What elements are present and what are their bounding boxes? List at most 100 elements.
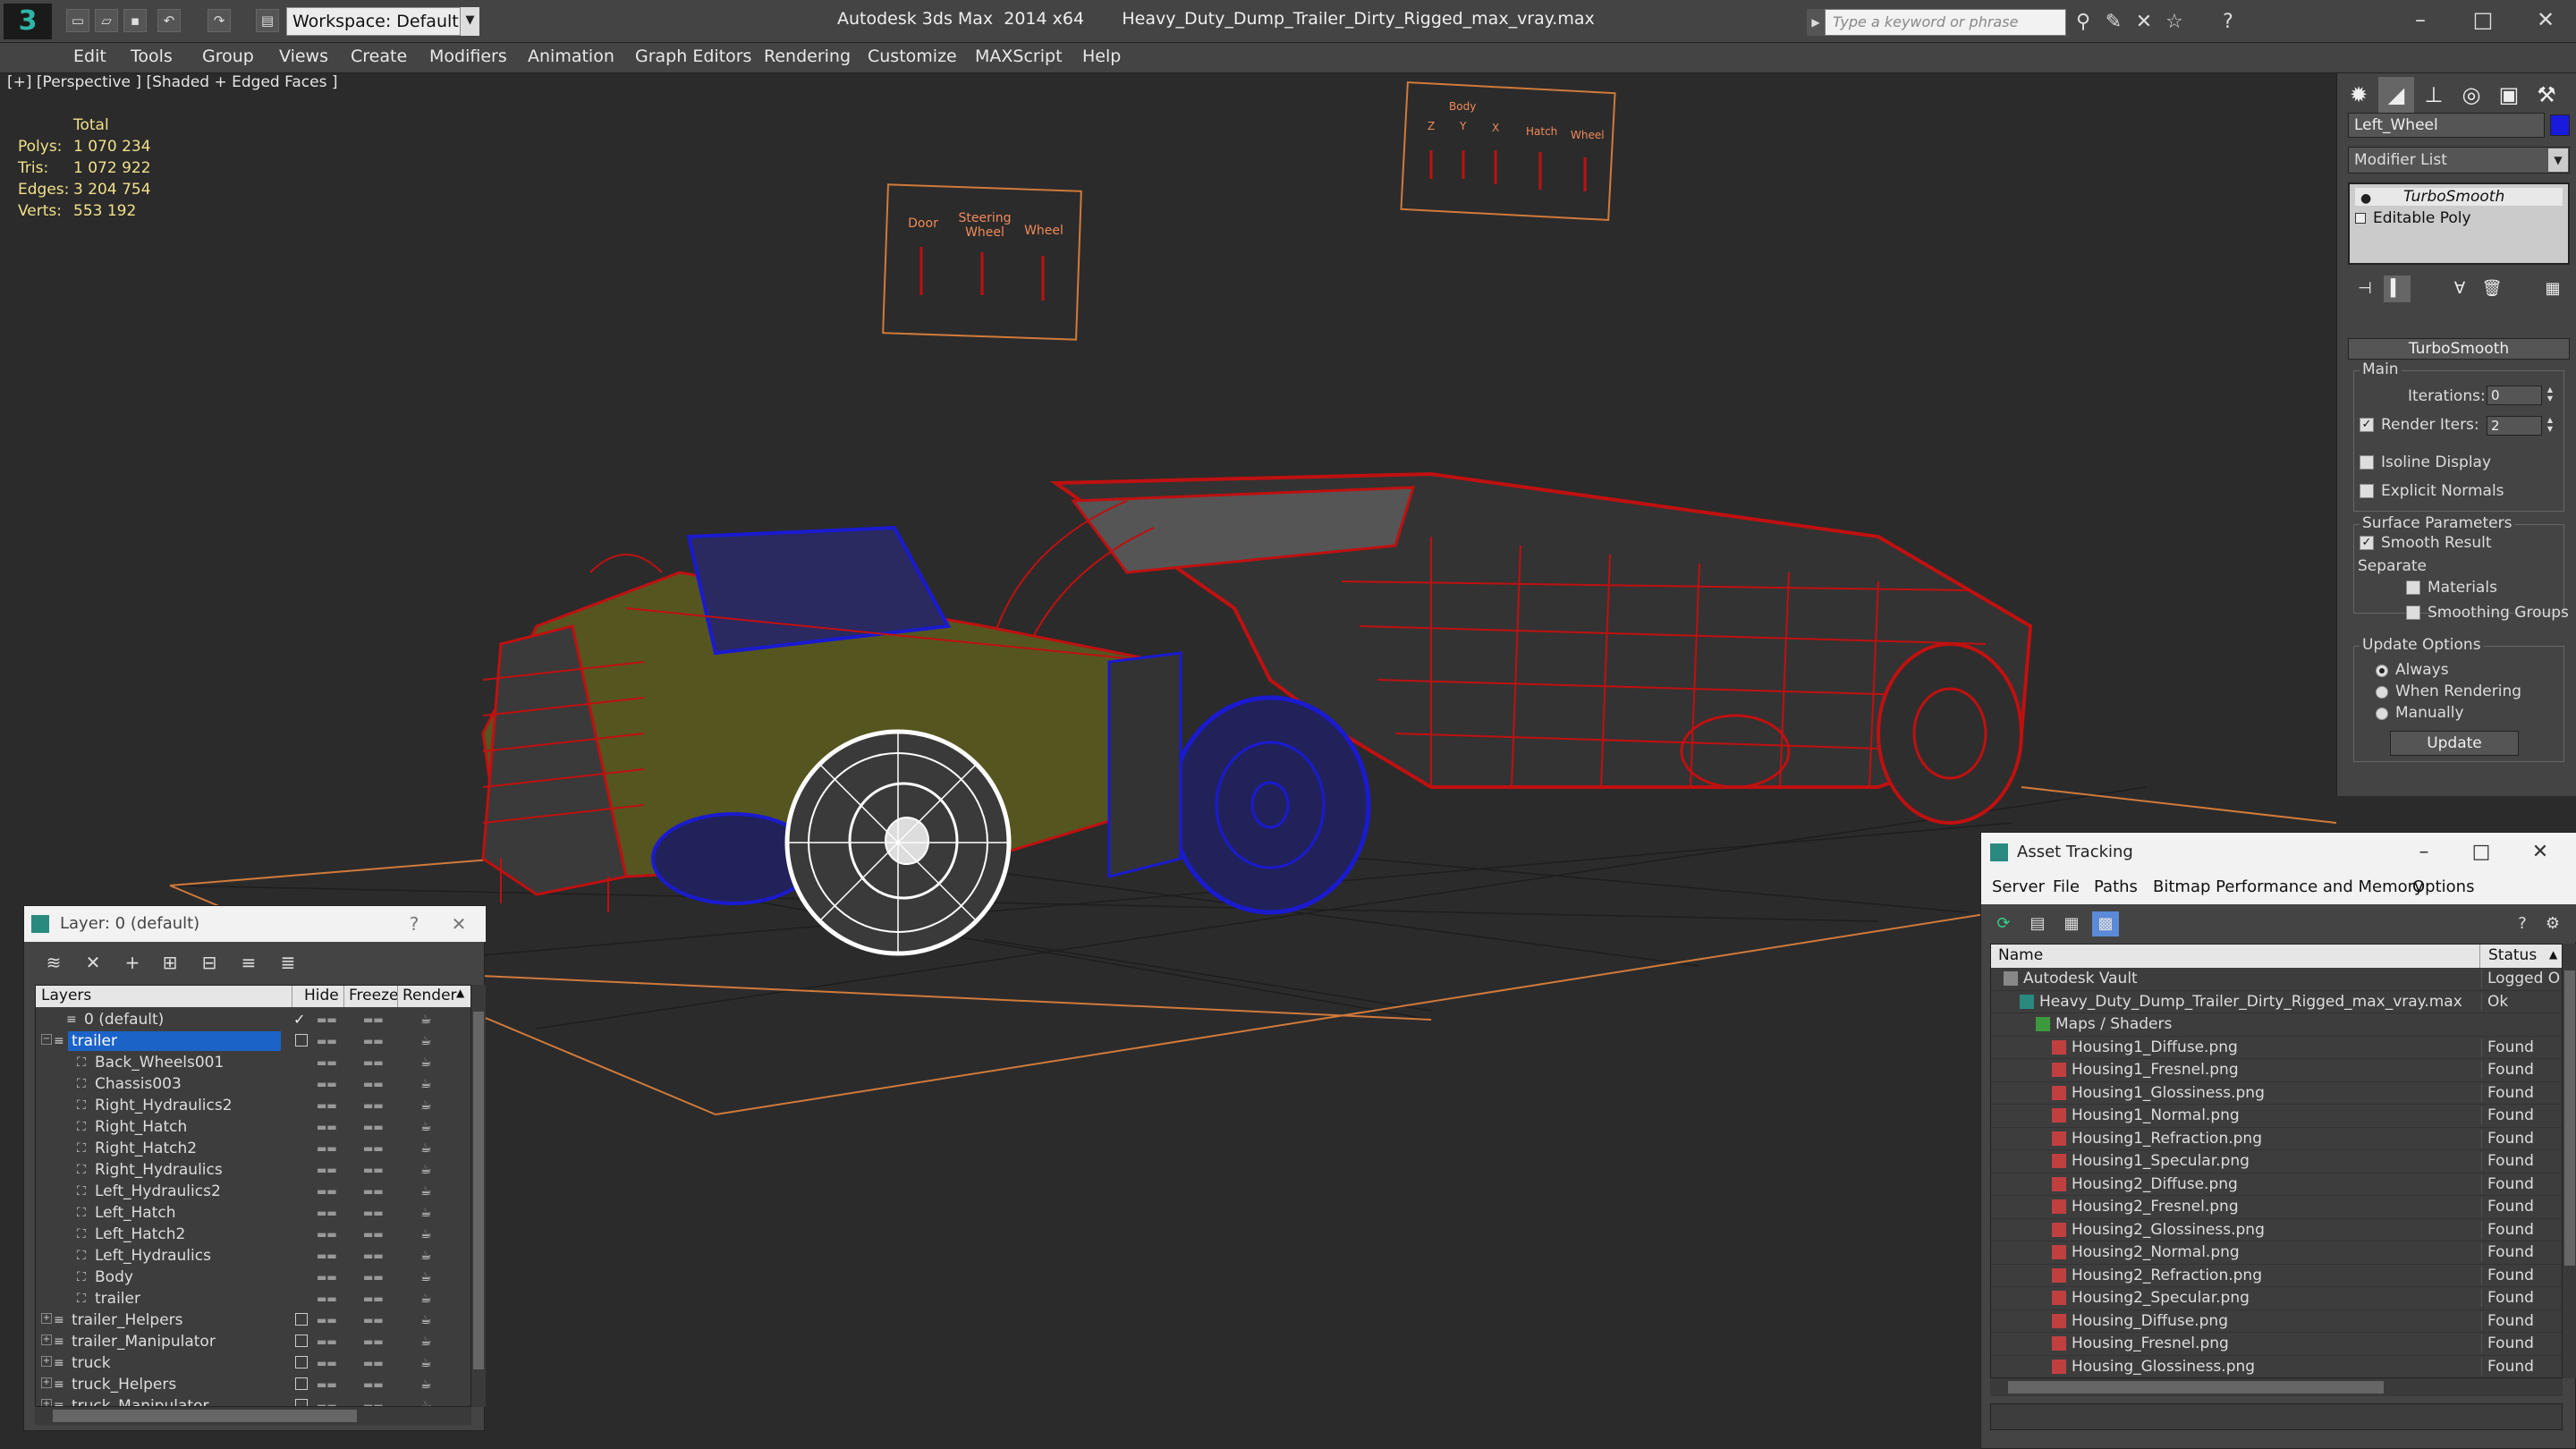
freeze-toggle-icon[interactable]: ▬▬ (363, 1031, 384, 1051)
freeze-toggle-icon[interactable]: ▬▬ (363, 1289, 384, 1309)
scroll-up-icon[interactable]: ▲ (456, 987, 464, 999)
expand-toggle-icon[interactable]: + (41, 1313, 52, 1324)
hide-toggle-icon[interactable]: ▬▬ (317, 1031, 337, 1051)
undo-icon[interactable]: ↶ (157, 9, 181, 32)
layer-row[interactable]: + ≡ truck_Manipulator ▬▬ ▬▬ ☕ (36, 1395, 456, 1406)
hide-all-layers-icon[interactable]: ≣ (275, 949, 301, 976)
new-file-icon[interactable]: ▭ (66, 9, 89, 32)
layer-row[interactable]: ⛶ Chassis003 ▬▬ ▬▬ ☕ (36, 1073, 456, 1095)
scrollbar-thumb[interactable] (473, 1012, 484, 1369)
layer-row[interactable]: ⛶ trailer ▬▬ ▬▬ ☕ (36, 1288, 456, 1309)
hide-toggle-icon[interactable]: ▬▬ (317, 1289, 337, 1309)
expand-toggle-icon[interactable]: − (41, 1034, 52, 1045)
hide-toggle-icon[interactable]: ▬▬ (317, 1074, 337, 1094)
render-teapot-icon[interactable]: ☕ (420, 1139, 432, 1158)
scrollbar-thumb[interactable] (2008, 1381, 2384, 1394)
hide-toggle-icon[interactable]: ▬▬ (317, 1267, 337, 1287)
maximize-icon[interactable]: □ (2456, 4, 2510, 36)
smooth-result-checkbox[interactable]: ✓ (2360, 536, 2374, 550)
favorites-star-icon[interactable]: ☆ (2161, 9, 2188, 36)
render-teapot-icon[interactable]: ☕ (420, 1074, 432, 1094)
table-view-icon[interactable]: ▩ (2092, 911, 2119, 936)
scrollbar-thumb[interactable] (2564, 970, 2575, 1266)
stack-item-turbosmooth[interactable]: TurboSmooth (2355, 188, 2563, 206)
details-view-icon[interactable]: ▦ (2058, 911, 2085, 936)
help-icon[interactable]: ? (400, 910, 428, 938)
render-teapot-icon[interactable]: ☕ (420, 1353, 432, 1373)
menu-modifiers[interactable]: Modifiers (429, 47, 507, 66)
asset-menu-paths[interactable]: Paths (2094, 877, 2138, 896)
refresh-icon[interactable]: ⟳ (1990, 911, 2017, 936)
left-wheel-mesh[interactable] (784, 729, 1012, 956)
modify-tab-icon[interactable]: ◢ (2378, 77, 2414, 113)
layer-row[interactable]: ⛶ Body ▬▬ ▬▬ ☕ (36, 1267, 456, 1288)
stack-item-editable-poly[interactable]: Editable Poly (2355, 209, 2471, 227)
menu-graph-editors[interactable]: Graph Editors (635, 47, 751, 66)
hide-toggle-icon[interactable]: ▬▬ (317, 1117, 337, 1137)
iterations-spinner[interactable]: 0 (2487, 386, 2542, 405)
configure-sets-icon[interactable]: ▦ (2539, 275, 2566, 302)
update-when-rendering-radio[interactable] (2376, 686, 2388, 699)
layer-row[interactable]: + ≡ trailer_Manipulator ▬▬ ▬▬ ☕ (36, 1331, 456, 1352)
asset-row[interactable]: Housing1_Normal.png Found (1991, 1105, 2562, 1128)
modifier-list-dropdown[interactable]: Modifier List (2348, 147, 2570, 174)
create-layer-icon[interactable]: + (119, 949, 146, 976)
show-end-result-icon[interactable]: ▍ (2384, 275, 2411, 302)
asset-row[interactable]: Housing1_Refraction.png Found (1991, 1128, 2562, 1150)
hide-toggle-icon[interactable]: ▬▬ (317, 1160, 337, 1180)
subscription-icon[interactable]: ✎ (2100, 9, 2127, 36)
hide-toggle-icon[interactable]: ▬▬ (317, 1203, 337, 1223)
menu-customize[interactable]: Customize (868, 47, 957, 66)
render-teapot-icon[interactable]: ☕ (420, 1117, 432, 1137)
layer-row[interactable]: ⛶ Right_Hydraulics ▬▬ ▬▬ ☕ (36, 1159, 456, 1181)
set-current-layer-icon[interactable]: ≡ (235, 949, 262, 976)
freeze-toggle-icon[interactable]: ▬▬ (363, 1332, 384, 1352)
scrollbar-thumb[interactable] (53, 1410, 357, 1422)
asset-menu-options[interactable]: Options (2412, 877, 2474, 896)
asset-row[interactable]: Housing2_Glossiness.png Found (1991, 1219, 2562, 1241)
menu-edit[interactable]: Edit (73, 47, 106, 66)
render-teapot-icon[interactable]: ☕ (420, 1224, 432, 1244)
render-teapot-icon[interactable]: ☕ (420, 1310, 432, 1330)
hide-toggle-icon[interactable]: ▬▬ (317, 1096, 337, 1115)
delete-layer-icon[interactable]: ✕ (80, 949, 106, 976)
render-teapot-icon[interactable]: ☕ (420, 1096, 432, 1115)
utilities-tab-icon[interactable]: ⚒ (2529, 77, 2564, 113)
help-icon[interactable]: ? (2215, 9, 2241, 36)
spinner-arrows-icon[interactable]: ▲ ▼ (2544, 386, 2556, 405)
manipulator-right[interactable] (1400, 80, 1616, 222)
render-teapot-icon[interactable]: ☕ (420, 1396, 432, 1406)
freeze-toggle-icon[interactable]: ▬▬ (363, 1267, 384, 1287)
turbosmooth-rollout-header[interactable]: TurboSmooth (2348, 338, 2570, 360)
add-to-layer-icon[interactable]: ⊞ (157, 949, 183, 976)
column-render[interactable]: Render (402, 987, 457, 1004)
render-iters-checkbox[interactable]: ✓ (2360, 418, 2374, 432)
layer-row[interactable]: ⛶ Right_Hatch ▬▬ ▬▬ ☕ (36, 1116, 456, 1138)
settings-icon[interactable]: ⚙ (2539, 911, 2566, 936)
explicit-normals-checkbox[interactable] (2360, 484, 2374, 498)
menu-help[interactable]: Help (1082, 47, 1121, 66)
expand-toggle-icon[interactable]: + (41, 1356, 52, 1367)
render-teapot-icon[interactable]: ☕ (420, 1267, 432, 1287)
viewport-label[interactable]: [+] [Perspective ] [Shaded + Edged Faces… (7, 73, 337, 91)
save-file-icon[interactable]: ▪ (123, 9, 147, 32)
render-teapot-icon[interactable]: ☕ (420, 1203, 432, 1223)
column-name[interactable]: Name (1998, 946, 2043, 964)
spinner-arrows-icon[interactable]: ▲ ▼ (2544, 416, 2556, 436)
asset-row[interactable]: Housing2_Fresnel.png Found (1991, 1196, 2562, 1219)
freeze-toggle-icon[interactable]: ▬▬ (363, 1160, 384, 1180)
column-hide[interactable]: Hide (304, 987, 339, 1004)
render-teapot-icon[interactable]: ☕ (420, 1375, 432, 1394)
isoline-display-checkbox[interactable] (2360, 455, 2374, 470)
render-teapot-icon[interactable]: ☕ (420, 1053, 432, 1072)
asset-row[interactable]: Housing1_Diffuse.png Found (1991, 1037, 2562, 1059)
freeze-toggle-icon[interactable]: ▬▬ (363, 1010, 384, 1030)
asset-menu-bitmap-performance[interactable]: Bitmap Performance and Memory (2153, 877, 2424, 896)
layer-row[interactable]: + ≡ truck ▬▬ ▬▬ ☕ (36, 1352, 456, 1374)
asset-row[interactable]: Housing2_Normal.png Found (1991, 1241, 2562, 1265)
expand-plus-icon[interactable] (2355, 213, 2366, 224)
asset-row[interactable]: Housing2_Refraction.png Found (1991, 1265, 2562, 1287)
layer-row[interactable]: ⛶ Right_Hatch2 ▬▬ ▬▬ ☕ (36, 1138, 456, 1159)
layer-row[interactable]: ⛶ Left_Hatch ▬▬ ▬▬ ☕ (36, 1202, 456, 1224)
freeze-toggle-icon[interactable]: ▬▬ (363, 1074, 384, 1094)
